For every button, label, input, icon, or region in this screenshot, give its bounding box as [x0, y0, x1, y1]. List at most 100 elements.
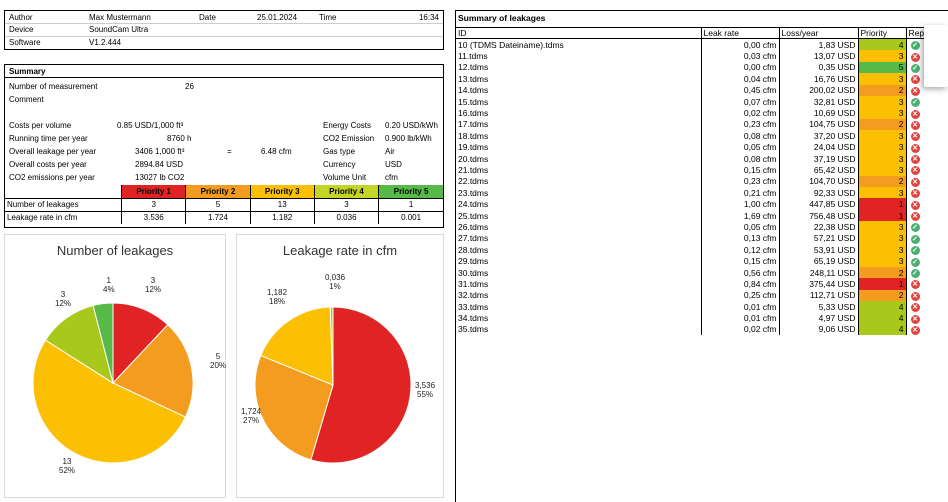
table-row[interactable]: 27.tdms 0,13 cfm 57,21 USD 3 ✓	[456, 232, 948, 245]
close-icon[interactable]: ✕	[910, 325, 920, 335]
row-repair-status[interactable]: ✕	[906, 153, 948, 165]
priority-3-leaks: 13	[250, 198, 315, 212]
table-row[interactable]: 15.tdms 0,07 cfm 32,81 USD 3 ✓	[456, 95, 948, 108]
row-priority: 3	[858, 244, 907, 256]
row-id: 16.tdms	[456, 107, 702, 119]
check-icon[interactable]: ✓	[910, 234, 920, 244]
table-row[interactable]: 21.tdms 0,15 cfm 65,42 USD 3 ✕	[456, 164, 948, 176]
row-repair-status[interactable]: ✕	[906, 290, 948, 301]
context-popup[interactable]	[924, 25, 948, 87]
close-icon[interactable]: ✕	[910, 155, 920, 165]
row-repair-status[interactable]: ✕	[906, 324, 948, 335]
row-priority: 1	[858, 278, 907, 290]
table-row[interactable]: 31.tdms 0,84 cfm 375,44 USD 1 ✕	[456, 278, 948, 290]
table-row[interactable]: 17.tdms 0,23 cfm 104,75 USD 2 ✕	[456, 118, 948, 131]
check-icon[interactable]: ✓	[910, 246, 920, 256]
close-icon[interactable]: ✕	[910, 200, 920, 210]
table-row[interactable]: 16.tdms 0,02 cfm 10,69 USD 3 ✕	[456, 107, 948, 119]
row-priority: 3	[858, 164, 907, 176]
row-repair-status[interactable]: ✕	[906, 198, 948, 210]
check-icon[interactable]: ✓	[910, 63, 920, 73]
row-repair-status[interactable]: ✕	[906, 187, 948, 199]
close-icon[interactable]: ✕	[910, 177, 920, 187]
row-repair-status[interactable]: ✕	[906, 164, 948, 176]
row-leak-rate: 0,84 cfm	[701, 278, 780, 290]
row-leak-rate: 0,08 cfm	[701, 152, 780, 165]
device-value: SoundCam Ultra	[85, 23, 195, 37]
row-id: 22.tdms	[456, 175, 702, 188]
table-row[interactable]: 14.tdms 0,45 cfm 200,02 USD 2 ✕	[456, 84, 948, 96]
close-icon[interactable]: ✕	[910, 280, 920, 290]
table-row[interactable]: 32.tdms 0,25 cfm 112,71 USD 2 ✕	[456, 289, 948, 301]
row-repair-status[interactable]: ✓	[906, 244, 948, 256]
close-icon[interactable]: ✕	[910, 75, 920, 85]
close-icon[interactable]: ✕	[910, 109, 920, 119]
row-repair-status[interactable]: ✓	[906, 96, 948, 108]
table-row[interactable]: 19.tdms 0,05 cfm 24,04 USD 3 ✕	[456, 141, 948, 153]
chart-number-of-leakages: Number of leakages 1 4% 3 12% 3 12% 5 20% 13…	[4, 234, 226, 498]
check-icon[interactable]: ✓	[910, 257, 920, 267]
check-icon[interactable]: ✓	[910, 269, 920, 278]
close-icon[interactable]: ✕	[910, 303, 920, 313]
table-row[interactable]: 12.tdms 0,00 cfm 0,35 USD 5 ✓	[456, 61, 948, 74]
table-row[interactable]: 25.tdms 1,69 cfm 756,48 USD 1 ✕	[456, 209, 948, 222]
check-icon[interactable]: ✓	[910, 98, 920, 108]
table-row[interactable]: 23.tdms 0,21 cfm 92,33 USD 3 ✕	[456, 187, 948, 199]
table-row[interactable]: 34.tdms 0,01 cfm 4,97 USD 4 ✕	[456, 312, 948, 324]
close-icon[interactable]: ✕	[910, 212, 920, 222]
row-repair-status[interactable]: ✕	[906, 107, 948, 119]
data-label: 5 20%	[210, 352, 227, 370]
row-repair-status[interactable]: ✕	[906, 301, 948, 313]
row-id: 27.tdms	[456, 232, 702, 245]
table-row[interactable]: 18.tdms 0,08 cfm 37,20 USD 3 ✕	[456, 130, 948, 142]
row-repair-status[interactable]: ✓	[906, 255, 948, 267]
overall-leakage-label: Overall leakage per year	[9, 147, 97, 156]
close-icon[interactable]: ✕	[910, 291, 920, 301]
row-repair-status[interactable]: ✕	[906, 119, 948, 130]
priority-5-header: Priority 5	[378, 185, 443, 199]
close-icon[interactable]: ✕	[910, 120, 920, 130]
check-icon[interactable]: ✓	[910, 41, 920, 51]
row-repair-status[interactable]: ✓	[906, 267, 948, 278]
close-icon[interactable]: ✕	[910, 86, 920, 96]
leakage-table: ID Leak rate Loss/year Priority Repa 10 …	[456, 26, 948, 336]
row-loss-year: 756,48 USD	[779, 209, 859, 222]
row-id: 18.tdms	[456, 130, 702, 142]
row-priority: 3	[858, 130, 907, 142]
table-row[interactable]: 30.tdms 0,56 cfm 248,11 USD 2 ✓	[456, 266, 948, 279]
table-row[interactable]: 29.tdms 0,15 cfm 65,19 USD 3 ✓	[456, 255, 948, 267]
close-icon[interactable]: ✕	[910, 52, 920, 62]
table-row[interactable]: 35.tdms 0,02 cfm 9,06 USD 4 ✕	[456, 323, 948, 336]
running-time-value: 8760 h	[167, 134, 192, 143]
table-row[interactable]: 26.tdms 0,05 cfm 22,38 USD 3 ✓	[456, 221, 948, 233]
data-label: 1,724 27%	[241, 407, 262, 425]
check-icon[interactable]: ✓	[910, 223, 920, 233]
row-leak-rate: 0,45 cfm	[701, 84, 780, 96]
row-priority: 3	[858, 141, 907, 153]
row-repair-status[interactable]: ✕	[906, 130, 948, 142]
row-repair-status[interactable]: ✕	[906, 312, 948, 324]
row-repair-status[interactable]: ✕	[906, 142, 948, 153]
gas-type-label: Gas type	[323, 147, 356, 156]
row-repair-status[interactable]: ✕	[906, 176, 948, 187]
date-label: Date	[195, 11, 253, 24]
table-row[interactable]: 24.tdms 1,00 cfm 447,85 USD 1 ✕	[456, 198, 948, 210]
table-row[interactable]: 28.tdms 0,12 cfm 53,91 USD 3 ✓	[456, 244, 948, 256]
close-icon[interactable]: ✕	[910, 132, 920, 142]
table-row[interactable]: 22.tdms 0,23 cfm 104,70 USD 2 ✕	[456, 175, 948, 188]
table-row[interactable]: 33.tdms 0,01 cfm 5,33 USD 4 ✕	[456, 300, 948, 313]
row-repair-status[interactable]: ✓	[906, 233, 948, 244]
close-icon[interactable]: ✕	[910, 143, 920, 153]
table-row[interactable]: 13.tdms 0,04 cfm 16,76 USD 3 ✕	[456, 73, 948, 85]
table-row[interactable]: 11.tdms 0,03 cfm 13,07 USD 3 ✕	[456, 50, 948, 62]
table-row[interactable]: 10 (TDMS Dateiname).tdms 0,00 cfm 1,83 USD…	[456, 38, 948, 51]
close-icon[interactable]: ✕	[910, 166, 920, 176]
leakage-summary-panel: Summary of leakages ID Leak rate Loss/ye…	[455, 10, 948, 502]
row-leak-rate: 0,02 cfm	[701, 323, 780, 336]
close-icon[interactable]: ✕	[910, 314, 920, 324]
table-row[interactable]: 20.tdms 0,08 cfm 37,19 USD 3 ✕	[456, 152, 948, 165]
close-icon[interactable]: ✕	[910, 189, 920, 199]
row-repair-status[interactable]: ✓	[906, 221, 948, 233]
row-repair-status[interactable]: ✕	[906, 278, 948, 290]
row-repair-status[interactable]: ✕	[906, 210, 948, 222]
